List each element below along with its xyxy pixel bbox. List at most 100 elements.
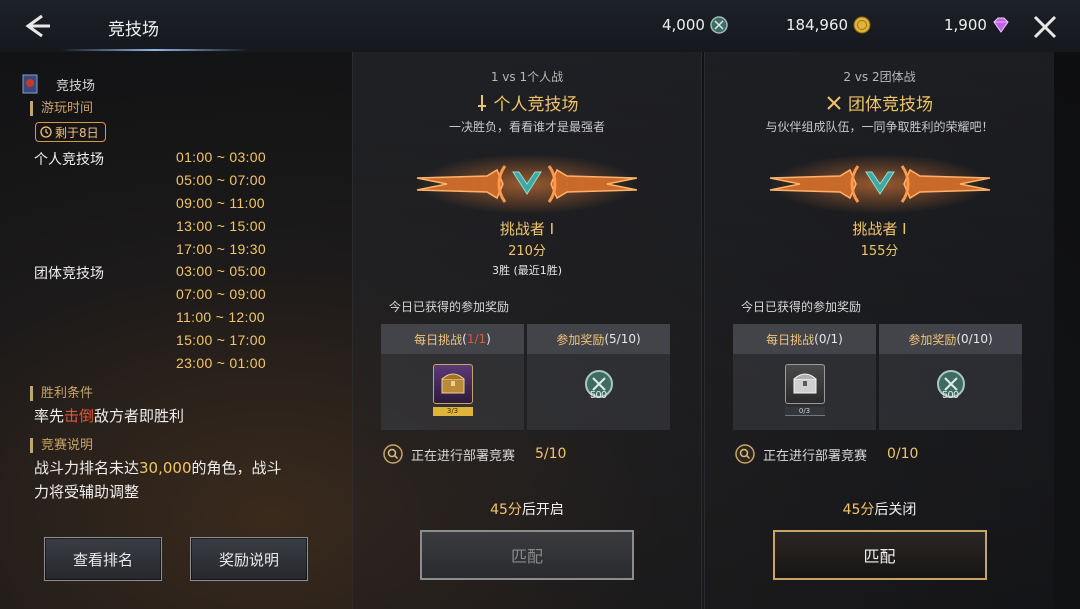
solo-mode-title-text: 个人竞技场 bbox=[493, 95, 579, 115]
currency-medal-value: 4,000 bbox=[662, 16, 705, 34]
deploy-label: 正在进行部署竞赛 bbox=[763, 448, 868, 464]
play-time-label: 游玩时间 bbox=[30, 101, 93, 116]
team-rank-name: 挑战者 I bbox=[852, 220, 907, 238]
solo-open-note: 45分后开启 bbox=[353, 499, 701, 519]
view-ranking-button[interactable]: 查看排名 bbox=[44, 537, 162, 581]
chest-graphic bbox=[441, 373, 464, 394]
search-icon[interactable] bbox=[383, 444, 403, 464]
win-condition-label: 胜利条件 bbox=[30, 386, 93, 401]
reward-info-button[interactable]: 奖励说明 bbox=[190, 537, 308, 581]
team-reward-title: 今日已获得的参加奖励 bbox=[741, 300, 862, 314]
join-value: (5/10) bbox=[604, 332, 641, 346]
currency-medal: 4,000 bbox=[662, 16, 728, 34]
win-condition-text: 率先击倒敌方者即胜利 bbox=[34, 404, 184, 428]
page-title: 竞技场 bbox=[108, 20, 159, 40]
open-text: 后开启 bbox=[521, 502, 564, 518]
rank-emblem-icon bbox=[416, 154, 638, 214]
rank-emblem-icon bbox=[769, 154, 990, 214]
currency-gold: 184,960 bbox=[786, 16, 871, 34]
guild-badge-icon bbox=[22, 74, 38, 94]
medal-count: 500 bbox=[590, 390, 607, 401]
solo-rank-score: 210分 bbox=[508, 244, 546, 259]
currency-diamond-value: 1,900 bbox=[944, 16, 987, 34]
schedule-time: 11:00 ~ 12:00 bbox=[176, 309, 265, 325]
close-icon bbox=[1033, 15, 1057, 39]
medal-count: 500 bbox=[942, 390, 959, 401]
team-join-reward-cell: 参加奖励 (0/10) 500 bbox=[879, 324, 1022, 430]
treasure-chest-icon[interactable] bbox=[432, 364, 473, 404]
remaining-days-badge: 剩于8日 bbox=[35, 122, 106, 142]
join-value: (0/10) bbox=[956, 332, 993, 346]
daily-value: 1/1 bbox=[466, 332, 487, 346]
top-bar: 竞技场 4,000 184,960 1,900 bbox=[0, 0, 1080, 52]
team-close-note: 45分后关闭 bbox=[705, 499, 1054, 519]
treasure-chest-icon[interactable] bbox=[784, 364, 825, 404]
team-mode-desc: 与伙伴组成队伍，一同争取胜利的荣耀吧！ bbox=[765, 120, 994, 134]
desc-text-pre: 战斗力排名未达 bbox=[34, 459, 140, 477]
back-arrow-icon bbox=[25, 14, 50, 38]
schedule-time: 01:00 ~ 03:00 bbox=[176, 149, 266, 165]
team-daily-challenge-cell: 每日挑战 (0/1) 0/3 bbox=[733, 324, 876, 430]
schedule-time: 09:00 ~ 11:00 bbox=[176, 195, 265, 211]
daily-value: (0/1) bbox=[814, 332, 843, 346]
solo-rank-name: 挑战者 I bbox=[499, 220, 555, 238]
schedule-time: 03:00 ~ 05:00 bbox=[176, 263, 266, 279]
deploy-label: 正在进行部署竞赛 bbox=[411, 448, 516, 464]
solo-mode-sub: 1 vs 1个人战 bbox=[490, 70, 564, 84]
join-label: 参加奖励 bbox=[556, 332, 605, 347]
team-mode-sub: 2 vs 2团体战 bbox=[843, 70, 916, 84]
solo-deploy-status: 正在进行部署竞赛 5/10 bbox=[383, 444, 566, 464]
deploy-count: 5/10 bbox=[535, 446, 567, 462]
deploy-count: 0/10 bbox=[887, 446, 919, 462]
solo-reward-box: 每日挑战 (1/1) 3/3 参加奖励 (5/10) 500 bbox=[381, 324, 671, 430]
win-text-highlight: 击倒 bbox=[64, 407, 95, 425]
close-text: 后关闭 bbox=[874, 502, 917, 518]
team-mode-title-text: 团体竞技场 bbox=[848, 95, 933, 115]
team-arena-panel: 2 vs 2团体战 团体竞技场 与伙伴组成队伍，一同争取胜利的荣耀吧！ 挑战者 … bbox=[704, 52, 1054, 609]
desc-text-line2: 力将受辅助调整 bbox=[34, 483, 140, 501]
team-deploy-status: 正在进行部署竞赛 0/10 bbox=[735, 444, 918, 464]
schedule-time: 17:00 ~ 19:30 bbox=[176, 241, 266, 257]
schedule-time: 13:00 ~ 15:00 bbox=[176, 218, 266, 234]
close-minutes: 45分 bbox=[842, 502, 875, 518]
sword-icon bbox=[477, 94, 486, 111]
desc-text-post: 的角色，战斗 bbox=[191, 459, 282, 477]
remaining-days-text: 剩于8日 bbox=[55, 125, 99, 140]
solo-daily-challenge-header: 每日挑战 (1/1) bbox=[381, 324, 524, 354]
solo-rank-record: 3胜 (最近1胜) bbox=[491, 264, 563, 277]
daily-label: 每日挑战 bbox=[766, 332, 815, 347]
search-icon[interactable] bbox=[735, 444, 755, 464]
team-rank-score: 155分 bbox=[860, 244, 899, 259]
back-button[interactable] bbox=[16, 10, 56, 42]
solo-join-reward-cell: 参加奖励 (5/10) 500 bbox=[527, 324, 670, 430]
solo-arena-panel: 1 vs 1个人战 个人竞技场 一决胜负，看看谁才是最强者 挑战者 I 210分… bbox=[352, 52, 702, 609]
match-desc-text: 战斗力排名未达30,000的角色，战斗 力将受辅助调整 bbox=[34, 456, 282, 504]
close-button[interactable] bbox=[1028, 10, 1062, 44]
schedule-time: 23:00 ~ 01:00 bbox=[176, 355, 266, 371]
schedule-team-name: 团体竞技场 bbox=[34, 266, 104, 282]
team-join-reward-header: 参加奖励 (0/10) bbox=[879, 324, 1022, 354]
crossed-swords-icon bbox=[827, 95, 841, 110]
win-text-pre: 率先 bbox=[34, 407, 65, 425]
solo-join-reward-header: 参加奖励 (5/10) bbox=[527, 324, 670, 354]
schedule-time: 07:00 ~ 09:00 bbox=[176, 286, 266, 302]
diamond-icon bbox=[993, 17, 1009, 33]
gold-coin-icon bbox=[853, 16, 871, 34]
solo-mode-desc: 一决胜负，看看谁才是最强者 bbox=[448, 120, 605, 134]
chest-progress: 0/3 bbox=[784, 407, 825, 416]
clock-icon bbox=[40, 126, 52, 138]
solo-mode-title: 个人竞技场 bbox=[353, 90, 701, 115]
currency-diamond: 1,900 bbox=[944, 16, 1010, 34]
chest-progress: 3/3 bbox=[432, 407, 473, 416]
solo-reward-title: 今日已获得的参加奖励 bbox=[389, 300, 510, 314]
panel-header: 竞技场 bbox=[22, 74, 95, 94]
chest-graphic bbox=[793, 373, 816, 394]
solo-match-button[interactable]: 匹配 bbox=[420, 530, 634, 580]
team-match-button[interactable]: 匹配 bbox=[772, 530, 987, 580]
schedule-panel: 竞技场 游玩时间 剩于8日 个人竞技场 01:00 ~ 03:00 05:00 … bbox=[0, 52, 350, 609]
open-minutes: 45分 bbox=[490, 502, 522, 518]
schedule-solo-name: 个人竞技场 bbox=[34, 152, 104, 168]
win-text-post: 敌方者即胜利 bbox=[94, 407, 185, 425]
daily-label: 每日挑战 bbox=[414, 332, 463, 347]
schedule-time: 05:00 ~ 07:00 bbox=[176, 172, 266, 188]
